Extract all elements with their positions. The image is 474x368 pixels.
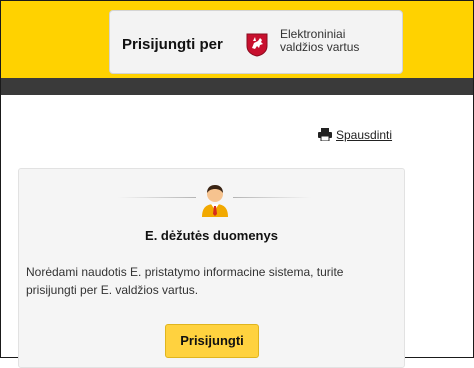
login-button[interactable]: Prisijungti	[165, 324, 259, 358]
provider-line-2: valdžios vartus	[280, 40, 360, 54]
panel-description: Norėdami naudotis E. pristatymo informac…	[26, 265, 344, 297]
login-via-label: Prisijungti per	[122, 36, 223, 53]
divider-right	[233, 197, 311, 198]
navigation-strip	[1, 78, 473, 95]
provider-line-1: Elektroniniai	[280, 27, 346, 41]
divider-left	[118, 197, 196, 198]
user-icon	[200, 183, 230, 217]
evv-provider-name: Elektroniniai valdžios vartus	[280, 28, 359, 54]
login-via-evv-tab[interactable]: Prisijungti per Elektroniniai valdžios v…	[109, 10, 403, 74]
print-link[interactable]: Spausdinti	[318, 128, 392, 144]
print-label: Spausdinti	[336, 128, 393, 142]
inbox-data-panel: E. dėžutės duomenys Norėdami naudotis E.…	[18, 168, 405, 368]
coat-of-arms-icon	[246, 33, 268, 57]
panel-title: E. dėžutės duomenys	[145, 228, 278, 243]
printer-icon	[318, 128, 332, 144]
